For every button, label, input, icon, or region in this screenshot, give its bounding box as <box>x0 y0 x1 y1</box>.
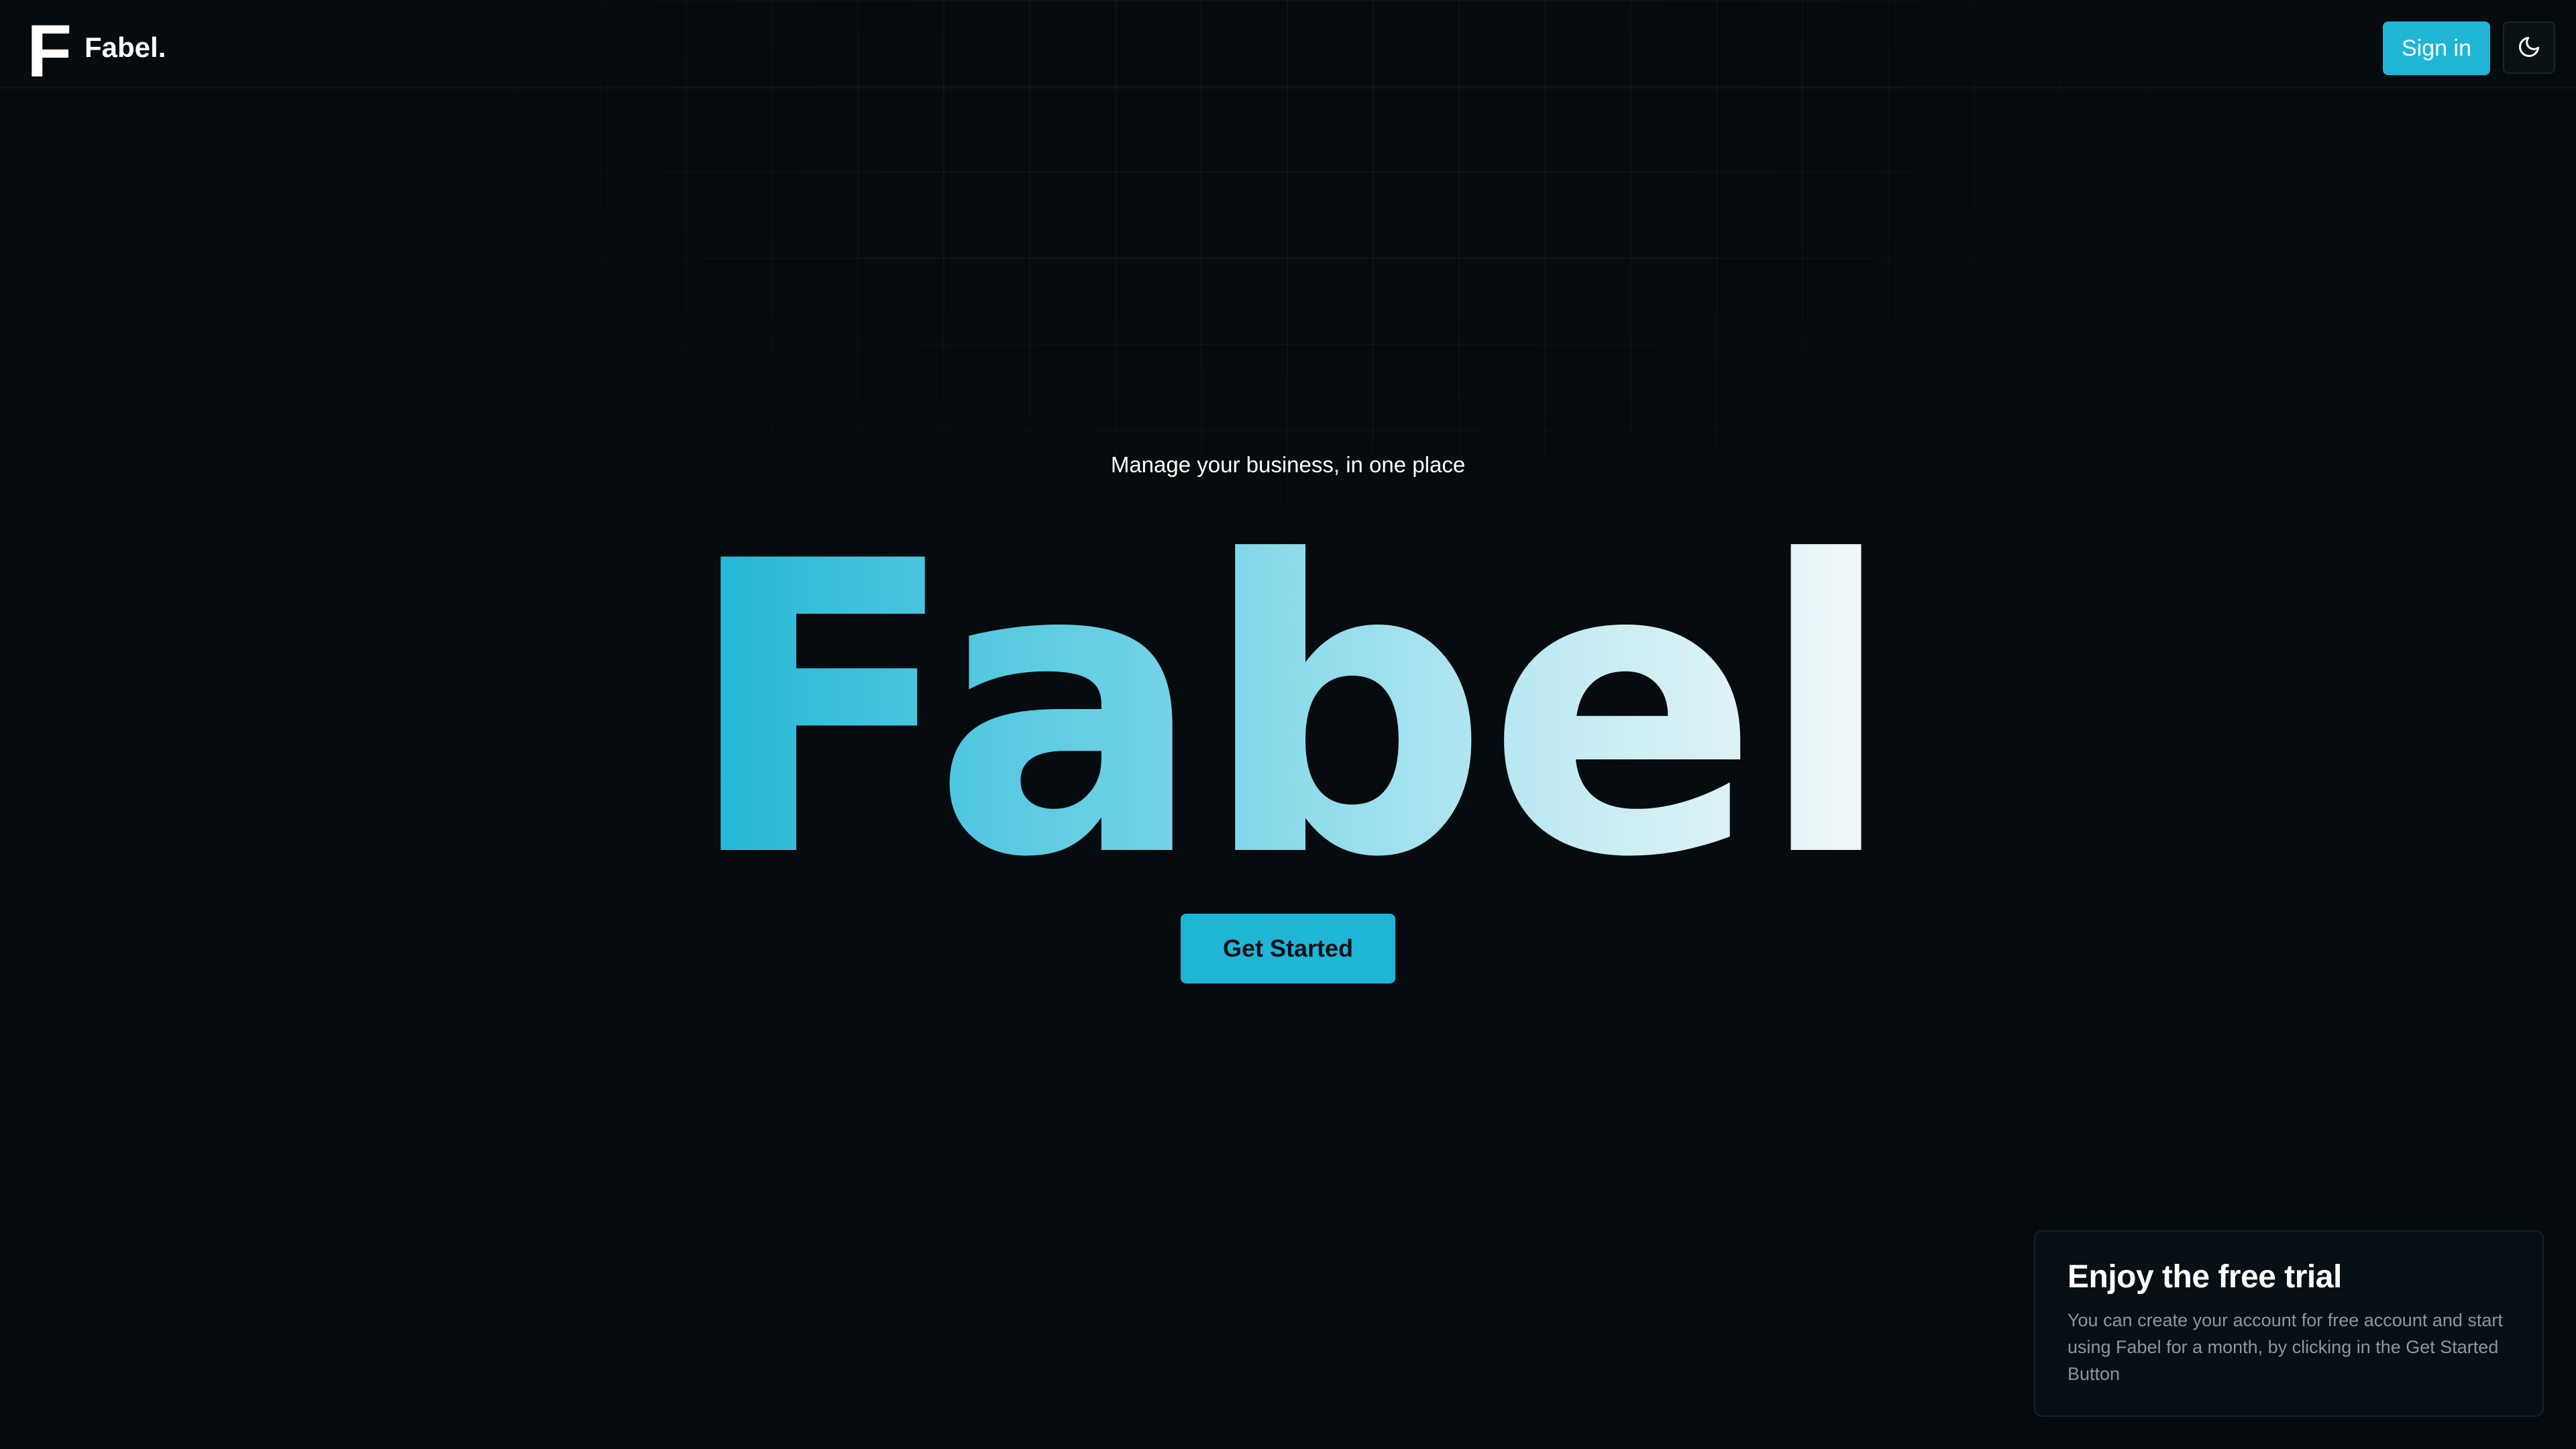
landing-page: F Fabel. Sign in Manage your business, i… <box>0 0 2576 1449</box>
hero-title: Fabel <box>0 510 2576 912</box>
theme-toggle-button[interactable] <box>2503 21 2555 74</box>
hero-title-text: Fabel <box>684 476 1895 945</box>
moon-icon <box>2517 35 2541 61</box>
hero-tagline: Manage your business, in one place <box>1110 452 1466 477</box>
sign-in-button[interactable]: Sign in <box>2383 21 2490 75</box>
top-nav: F Fabel. Sign in <box>0 0 2576 89</box>
get-started-button[interactable]: Get Started <box>1181 914 1395 983</box>
free-trial-toast: Enjoy the free trial You can create your… <box>2034 1230 2544 1417</box>
logo-mark[interactable]: F <box>27 15 72 89</box>
toast-body: You can create your account for free acc… <box>2068 1310 2503 1384</box>
toast-title: Enjoy the free trial <box>2068 1259 2342 1295</box>
logo-text[interactable]: Fabel. <box>85 34 166 62</box>
